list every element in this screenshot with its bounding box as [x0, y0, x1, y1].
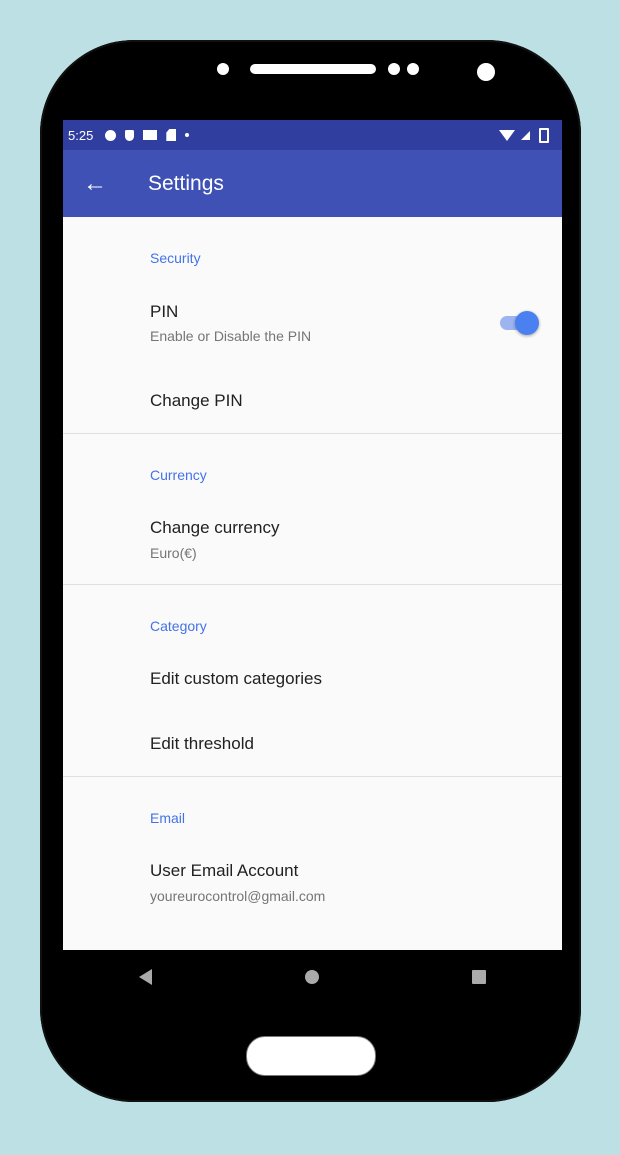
sensor-dot [407, 63, 419, 75]
section-header-security: Security [150, 250, 201, 266]
home-button[interactable] [246, 1036, 376, 1076]
pin-subtitle: Enable or Disable the PIN [150, 328, 312, 344]
section-header-currency: Currency [150, 467, 207, 483]
divider [63, 776, 562, 777]
status-bar: 5:25 [63, 120, 562, 150]
wifi-icon [499, 129, 515, 141]
divider [63, 584, 562, 585]
app-bar: ← Settings [63, 150, 562, 217]
shield-icon [125, 129, 135, 141]
status-time: 5:25 [68, 127, 94, 143]
notification-icons [105, 129, 190, 141]
divider [63, 433, 562, 434]
nav-recents-icon[interactable] [471, 970, 486, 984]
signal-icon [521, 130, 530, 140]
pin-title: PIN [150, 302, 179, 321]
change-currency-subtitle: Euro(€) [150, 545, 197, 561]
front-camera [477, 63, 495, 81]
section-header-category: Category [150, 618, 207, 634]
sd-card-icon [166, 129, 177, 141]
nav-home-icon[interactable] [304, 970, 319, 984]
arrow-back-icon[interactable]: ← [69, 170, 121, 198]
sensor-dot [388, 63, 400, 75]
page-title: Settings [148, 171, 224, 195]
edit-threshold-item[interactable]: Edit threshold [150, 734, 254, 754]
toggle-thumb [515, 311, 539, 335]
section-header-email: Email [150, 810, 186, 826]
nav-back-icon[interactable] [139, 969, 153, 985]
sensor-dot [217, 63, 229, 75]
change-pin-item[interactable]: Change PIN [150, 391, 243, 411]
dot-icon [185, 133, 190, 137]
user-email-subtitle: youreurocontrol@gmail.com [150, 888, 326, 904]
pin-toggle-switch[interactable] [500, 311, 539, 335]
edit-custom-categories-item[interactable]: Edit custom categories [150, 669, 322, 689]
system-icons [499, 127, 549, 143]
user-email-title: User Email Account [150, 861, 299, 880]
battery-icon [539, 127, 549, 143]
screen: 5:25 ← Settings Security PIN Enable or D… [63, 120, 562, 1004]
change-currency-title: Change currency [150, 518, 280, 537]
speaker-grille [250, 64, 376, 74]
mail-icon [143, 130, 158, 140]
gear-icon [105, 129, 117, 141]
navigation-bar [63, 950, 562, 1004]
